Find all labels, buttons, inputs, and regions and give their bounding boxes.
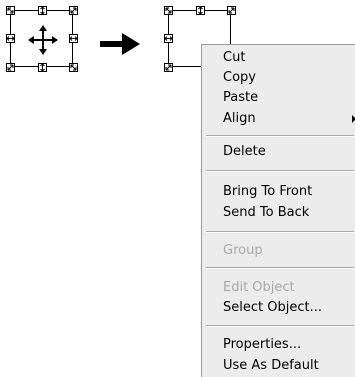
resize-handle-icon[interactable]	[164, 6, 173, 15]
four-way-move-arrow-icon	[28, 25, 58, 55]
right-arrow-icon	[100, 33, 140, 55]
menu-item-use-as-default[interactable]: Use As Default	[202, 356, 355, 375]
resize-handle-icon[interactable]	[164, 63, 173, 72]
menu-separator	[206, 231, 354, 233]
menu-item-label: Send To Back	[223, 205, 310, 220]
resize-handle-icon[interactable]	[6, 63, 15, 72]
menu-item-label: Cut	[223, 50, 246, 65]
selected-object-before	[3, 3, 83, 73]
menu-item-align[interactable]: Align	[202, 109, 355, 128]
menu-item-label: Edit Object	[223, 280, 295, 295]
menu-item-label: Paste	[223, 90, 259, 105]
menu-item-copy[interactable]: Copy	[202, 68, 355, 87]
resize-handle-icon[interactable]	[69, 34, 78, 43]
menu-item-label: Properties...	[223, 337, 302, 352]
menu-item-label: Delete	[223, 144, 266, 159]
menu-item-cut[interactable]: Cut	[202, 48, 355, 67]
menu-item-label: Use As Default	[223, 358, 319, 373]
resize-handle-icon[interactable]	[227, 6, 236, 15]
resize-handle-icon[interactable]	[69, 6, 78, 15]
resize-handle-icon[interactable]	[6, 34, 15, 43]
menu-item-send-to-back[interactable]: Send To Back	[202, 203, 355, 222]
menu-item-paste[interactable]: Paste	[202, 88, 355, 107]
menu-item-edit-object[interactable]: Edit Object	[202, 278, 355, 297]
menu-item-label: Group	[223, 243, 263, 258]
menu-item-select-object[interactable]: Select Object...	[202, 298, 355, 317]
menu-item-delete[interactable]: Delete	[202, 142, 355, 161]
resize-handle-icon[interactable]	[38, 6, 47, 15]
menu-separator	[206, 170, 354, 172]
menu-item-label: Select Object...	[223, 300, 322, 315]
menu-separator	[206, 135, 354, 137]
resize-handle-icon[interactable]	[196, 6, 205, 15]
context-menu: Cut Copy Paste Align Delete Bring To Fro…	[201, 44, 355, 377]
menu-item-label: Align	[223, 111, 256, 126]
resize-handle-icon[interactable]	[6, 6, 15, 15]
resize-handle-icon[interactable]	[164, 34, 173, 43]
resize-handle-icon[interactable]	[38, 63, 47, 72]
menu-item-properties[interactable]: Properties...	[202, 335, 355, 354]
menu-separator	[206, 267, 354, 269]
menu-item-label: Copy	[223, 70, 256, 85]
menu-item-group[interactable]: Group	[202, 241, 355, 260]
menu-separator	[206, 325, 354, 327]
menu-item-label: Bring To Front	[223, 184, 313, 199]
menu-item-bring-to-front[interactable]: Bring To Front	[202, 182, 355, 201]
resize-handle-icon[interactable]	[69, 63, 78, 72]
